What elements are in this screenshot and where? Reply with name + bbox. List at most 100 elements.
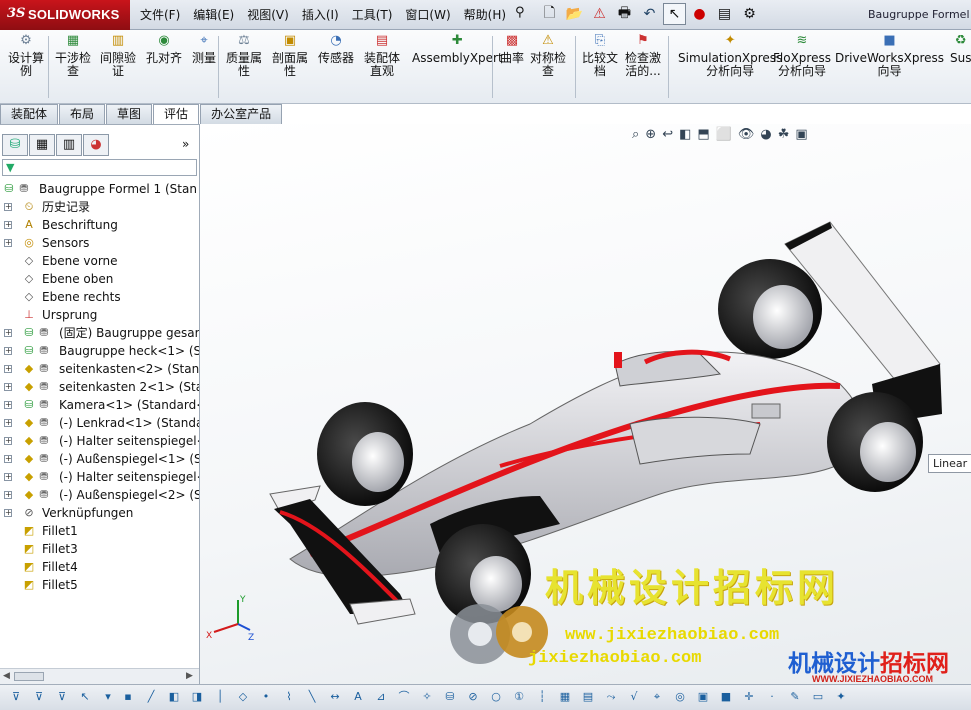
filter-gtol-icon[interactable]: ⌖ [649,689,665,705]
filter-sketch-icon[interactable]: ⌇ [281,689,297,705]
open-folder-icon[interactable]: 📂 [563,3,586,25]
tree-item[interactable]: + ◆ ⛃ (-) Lenkrad<1> (Standa [0,414,199,432]
pin-icon[interactable]: ⚲ [515,5,525,20]
expand-icon[interactable]: + [4,239,12,247]
new-document-icon[interactable]: 🗋 [538,3,561,25]
filter-extras-icon[interactable]: ✦ [833,689,849,705]
tool-compare-documents-button[interactable]: ⎘ 比较文 档 [582,32,618,78]
filter-surface-finish-icon[interactable]: √ [626,689,642,705]
filter-points-icon[interactable]: • [258,689,274,705]
tree-item[interactable]: + ◆ ⛃ (-) Halter seitenspiegel< [0,468,199,486]
tab-evaluate[interactable]: 评估 [153,104,200,124]
filter-midpoints-icon[interactable]: ✛ [741,689,757,705]
filter-sketch-points-icon[interactable]: · [764,689,780,705]
filter-balloons-icon[interactable]: ① [511,689,527,705]
filter-loops-icon[interactable]: ○ [488,689,504,705]
expand-icon[interactable]: + [4,365,12,373]
expand-icon[interactable]: + [4,491,12,499]
filter-cosmetic-icon[interactable]: ✧ [419,689,435,705]
filter-vertices-icon[interactable]: ▪ [120,689,136,705]
filter-datum-icon[interactable]: ⊿ [373,689,389,705]
tree-item[interactable]: + ◆ ⛃ (-) Außenspiegel<2> (St [0,486,199,504]
options-icon[interactable]: ⚙ [738,3,761,25]
tool-floxpress-button[interactable]: ≋ FloXpress 分析向导 [773,32,831,78]
expand-icon[interactable]: + [4,401,12,409]
tree-item[interactable]: ◇ Ebene vorne [0,252,199,270]
solidworks-logo[interactable]: 3S SOLIDWORKS [0,0,130,30]
filter-planes-icon[interactable]: ◇ [235,689,251,705]
filter-dimensions-icon[interactable]: ↔ [327,689,343,705]
filter-surfaces-icon[interactable]: ◨ [189,689,205,705]
expand-icon[interactable]: + [4,221,12,229]
tab-sketch[interactable]: 草图 [106,104,153,124]
filter-axes-icon[interactable]: │ [212,689,228,705]
expand-icon[interactable]: + [4,419,12,427]
filter-weld-icon[interactable]: ⌒ [396,689,412,705]
graphics-area[interactable]: ⌕ ⊕ ↩ ◧ ⬒ ⬜ 👁 ◕ ☘ ▣ Y X Z Linear 机械设计招标网… [200,124,971,684]
tree-item[interactable]: + ◆ ⛃ seitenkasten 2<1> (Star [0,378,199,396]
expand-icon[interactable]: + [4,383,12,391]
filter-edges-icon[interactable]: ╱ [143,689,159,705]
tree-item[interactable]: ◩ Fillet4 [0,558,199,576]
filter-select-all-icon[interactable]: ⊽ [54,689,70,705]
tree-item[interactable]: + ⛁ ⛃ (固定) Baugruppe gesar [0,324,199,342]
filter-solid-icon[interactable]: ■ [718,689,734,705]
tool-assembly-visualization-button[interactable]: ▤ 装配体 直观 [364,32,400,78]
menu-file[interactable]: 文件(F) [140,6,180,23]
tool-sensor-button[interactable]: ◔ 传感器 [318,32,354,65]
tree-item[interactable]: ◩ Fillet1 [0,522,199,540]
filter-toggle-icon[interactable]: ⊽ [8,689,24,705]
scroll-left-icon[interactable]: ◀ [3,671,10,681]
expand-icon[interactable]: + [4,455,12,463]
menu-help[interactable]: 帮助(H) [464,6,506,23]
tool-symmetry-check-button[interactable]: ⚠ 对称检 查 [530,32,566,78]
undo-icon[interactable]: ↶ [638,3,661,25]
tool-check-active-button[interactable]: ⚑ 检查激 活的... [625,32,661,78]
tool-interference-button[interactable]: ▦ 干涉检 查 [55,32,91,78]
expand-icon[interactable]: + [4,509,12,517]
filter-sketch-segments-icon[interactable]: ╲ [304,689,320,705]
menu-tools[interactable]: 工具(T) [352,6,393,23]
menu-view[interactable]: 视图(V) [247,6,289,23]
tree-item[interactable]: + ◆ ⛃ seitenkasten<2> (Stand [0,360,199,378]
select-pointer-icon[interactable]: ↖ [77,689,93,705]
tree-item[interactable]: ◇ Ebene oben [0,270,199,288]
tool-sustainability-button[interactable]: ♻ Sus [950,32,971,65]
filter-dropdown-icon[interactable]: ▾ [100,689,116,705]
property-manager-tab-icon[interactable]: ▦ [29,134,55,156]
tool-assemblyxpert-button[interactable]: ✚ AssemblyXpert [412,32,503,65]
tree-item[interactable]: ◩ Fillet3 [0,540,199,558]
file-properties-icon[interactable]: ▤ [713,3,736,25]
tab-assembly[interactable]: 装配体 [0,104,59,124]
expand-icon[interactable]: + [4,437,12,445]
tab-office-products[interactable]: 办公室产品 [200,104,283,124]
tool-section-properties-button[interactable]: ▣ 剖面属 性 [272,32,308,78]
scroll-thumb[interactable] [14,672,44,681]
rebuild-icon[interactable]: ● [688,3,711,25]
tree-item[interactable]: ◇ Ebene rechts [0,288,199,306]
filter-routes-icon[interactable]: ⤳ [603,689,619,705]
tree-item[interactable]: ⊥ Ursprung [0,306,199,324]
filter-components-icon[interactable]: ⛁ [442,689,458,705]
tool-mass-properties-button[interactable]: ⚖ 质量属 性 [226,32,262,78]
tool-clearance-button[interactable]: ▥ 间隙验 证 [100,32,136,78]
tree-item[interactable]: + ◆ ⛃ (-) Außenspiegel<1> (Sta [0,450,199,468]
tree-item[interactable]: ◩ Fillet5 [0,576,199,590]
filter-hole-icon[interactable]: ◎ [672,689,688,705]
filter-blocks-icon[interactable]: ▦ [557,689,573,705]
tree-item[interactable]: + ⛁ ⛃ Kamera<1> (Standard< [0,396,199,414]
tree-item[interactable]: + ◆ ⛃ (-) Halter seitenspiegel< [0,432,199,450]
filter-views-icon[interactable]: ▭ [810,689,826,705]
tab-layout[interactable]: 布局 [59,104,106,124]
tree-item[interactable]: + A Beschriftung [0,216,199,234]
tool-driveworksxpress-button[interactable]: ■ DriveWorksXpress 向导 [835,32,944,78]
tool-measure-button[interactable]: ⌖ 测量 [192,32,216,65]
tree-item[interactable]: + ⏲ 历史记录 [0,198,199,216]
expand-panel-icon[interactable]: » [182,137,189,151]
tree-horizontal-scrollbar[interactable]: ◀ ▶ [0,668,199,684]
print-icon[interactable]: 🖶 [613,3,636,25]
tool-curvature-button[interactable]: ▩ 曲率 [500,32,524,65]
filter-mates-icon[interactable]: ⊘ [465,689,481,705]
filter-annotations-icon[interactable]: ✎ [787,689,803,705]
select-arrow-icon[interactable]: ↖ [663,3,686,25]
